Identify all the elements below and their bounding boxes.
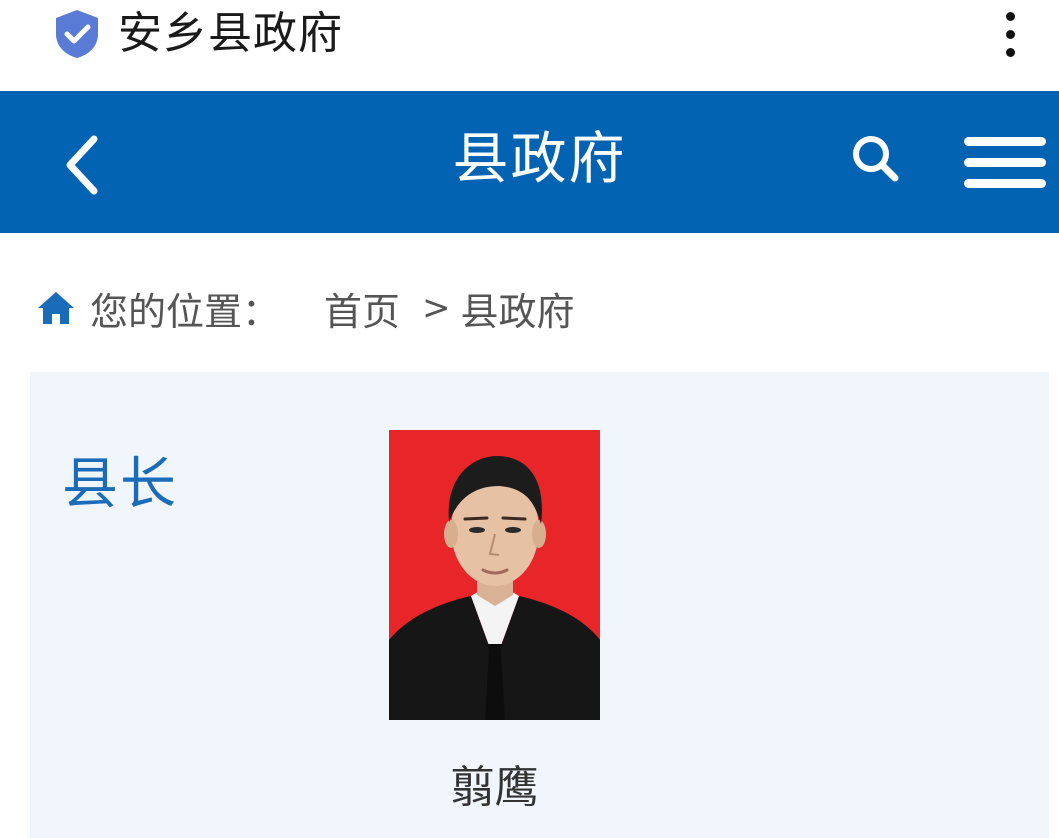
breadcrumb-item-home[interactable]: 首页 [324, 281, 400, 336]
top-bar: 安乡县政府 [0, 0, 1059, 91]
breadcrumb-separator: > [422, 288, 451, 328]
breadcrumb: 您的位置： 首页 > 县政府 [36, 282, 575, 334]
site-title: 安乡县政府 [118, 8, 343, 59]
more-vertical-icon[interactable] [996, 6, 1026, 62]
verified-shield-icon [56, 10, 98, 58]
person-photo[interactable] [389, 430, 600, 720]
section-title: 县长 [62, 452, 178, 517]
breadcrumb-label: 您的位置： [90, 289, 281, 334]
search-icon[interactable] [848, 132, 902, 186]
person-name[interactable]: 翦鹰 [389, 760, 600, 816]
breadcrumb-item-county-government[interactable]: 县政府 [461, 281, 575, 336]
home-icon [38, 292, 74, 324]
hamburger-menu-icon[interactable] [964, 135, 1046, 191]
